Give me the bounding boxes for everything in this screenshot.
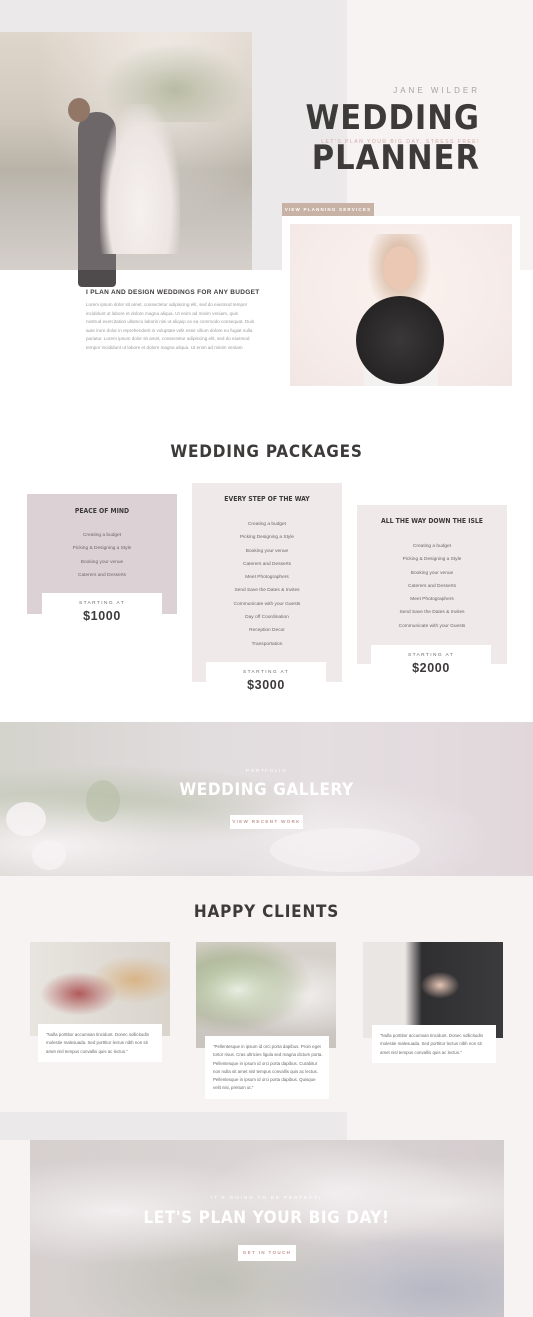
hero-tagline: LET'S PLAN YOUR BIG DAY, STRESS FREE!: [321, 139, 480, 145]
list-item: Creating a budget: [247, 522, 287, 527]
cta-photo-overlay: [30, 1140, 504, 1317]
package-name: EVERY STEP OF THE WAY: [224, 495, 310, 503]
cta-background-left: [0, 1112, 347, 1140]
intro-heading: I PLAN AND DESIGN WEDDINGS FOR ANY BUDGE…: [86, 289, 260, 296]
client-testimonial: "Pellentesque in ipsum id orci porta dap…: [205, 1036, 329, 1099]
gallery-title: WEDDING GALLERY: [179, 780, 354, 800]
price-box: STARTING AT $3000: [206, 662, 326, 698]
package-features: Creating a budget Picking Designing a St…: [192, 518, 342, 651]
list-item: Send Save the Dates & Invites: [399, 610, 465, 616]
packages-title: WEDDING PACKAGES: [170, 442, 363, 462]
gallery-kicker: PORTFOLIO: [245, 769, 288, 774]
list-item: Booking your venue: [245, 548, 289, 554]
list-item: Meet Photographers: [245, 575, 289, 581]
list-item: Reception Decor: [249, 628, 285, 634]
portrait-hat: [356, 296, 444, 384]
package-price: $3000: [247, 678, 285, 692]
list-item: Caterers and Desserts: [78, 572, 126, 578]
price-box: STARTING AT $2000: [371, 645, 491, 681]
package-card-peace-of-mind: PEACE OF MIND Creating a budget Picking …: [27, 494, 177, 629]
client-photo-hands: [363, 942, 503, 1038]
list-item: Transportation: [251, 641, 283, 647]
view-recent-work-button[interactable]: VIEW RECENT WORK: [230, 815, 303, 829]
cta-title: LET'S PLAN YOUR BIG DAY!: [143, 1208, 390, 1228]
list-item: Booking your venue: [80, 559, 124, 565]
get-in-touch-button[interactable]: GET IN TOUCH: [238, 1245, 296, 1261]
list-item: Meet Photographers: [410, 597, 454, 603]
planner-portrait: [290, 224, 512, 386]
package-price: $1000: [83, 609, 121, 623]
brand-name: JANE WILDER: [393, 86, 480, 95]
intro-text: Lorem ipsum dolor sit amet, consectetur …: [86, 302, 255, 350]
list-item: Communicate with your Guests: [398, 623, 466, 629]
starting-at-label: STARTING AT: [407, 653, 455, 658]
portrait-face: [383, 246, 417, 290]
package-name: ALL THE WAY DOWN THE ISLE: [381, 517, 483, 525]
package-card-every-step: EVERY STEP OF THE WAY Creating a budget …: [192, 483, 342, 698]
list-item: Send Save the Dates & Invites: [234, 588, 300, 594]
package-features: Creating a budget Picking & Designing a …: [357, 540, 507, 633]
package-price: $2000: [412, 661, 450, 675]
list-item: Creating a budget: [412, 544, 452, 549]
package-features: Creating a budget Picking & Designing a …: [27, 529, 177, 582]
list-item: Caterers and Desserts: [243, 561, 291, 567]
list-item: Picking & Designing a Style: [402, 557, 462, 563]
price-box: STARTING AT $1000: [42, 593, 162, 629]
list-item: Caterers and Desserts: [408, 583, 456, 589]
client-photo-bouquet: [196, 942, 336, 1048]
list-item: Day off Coordination: [245, 615, 289, 621]
list-item: Picking Designing a Style: [239, 535, 295, 541]
starting-at-label: STARTING AT: [242, 670, 290, 675]
list-item: Booking your venue: [410, 570, 454, 576]
view-planning-services-button[interactable]: VIEW PLANNING SERVICES: [282, 203, 374, 216]
clients-title: HAPPY CLIENTS: [193, 902, 340, 922]
list-item: Picking & Designing a Style: [72, 546, 132, 552]
client-photo-couple: [30, 942, 170, 1036]
client-testimonial: "Nulla porttitor accumsan tincidunt. Don…: [372, 1025, 496, 1063]
package-card-all-the-way: ALL THE WAY DOWN THE ISLE Creating a bud…: [357, 505, 507, 681]
list-item: Communicate with your Guests: [233, 601, 301, 607]
hero-title: WEDDING PLANNER: [305, 98, 480, 178]
list-item: Creating a budget: [82, 533, 122, 538]
starting-at-label: STARTING AT: [78, 601, 126, 606]
cta-kicker: IT'S GOING TO BE PERFECT!: [210, 1196, 323, 1201]
client-testimonial: "Nulla porttitor accumsan tincidunt. Don…: [38, 1024, 162, 1062]
cta-flowers-photo: [30, 1140, 504, 1317]
package-name: PEACE OF MIND: [74, 507, 130, 515]
